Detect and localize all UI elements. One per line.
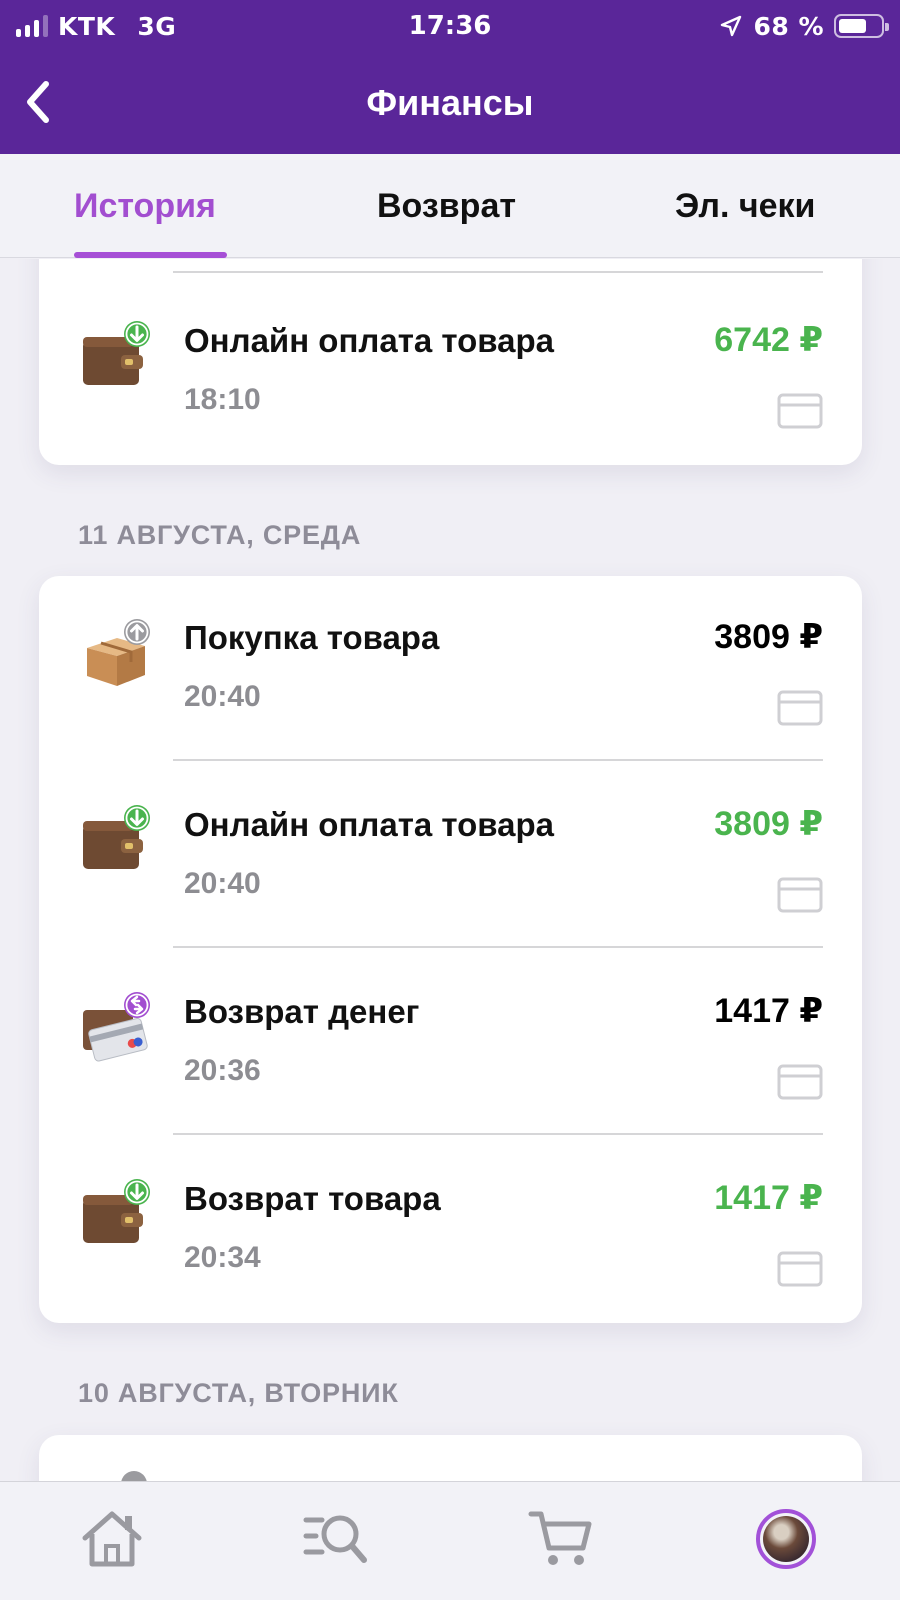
card-refund-icon	[81, 992, 151, 1062]
transaction-title: Онлайн оплата товара	[184, 806, 554, 843]
date-header: 11 АВГУСТА, СРЕДА	[78, 520, 362, 550]
transaction-group-card: Покупка товара 20:40 3809 ₽ Онлайн оплат…	[39, 576, 862, 1323]
transaction-title: Онлайн оплата товара	[184, 322, 554, 359]
transaction-time: 20:40	[184, 867, 261, 900]
transaction-amount: 6742 ₽	[714, 321, 823, 359]
transaction-group-card: Онлайн оплата товара 18:10 6742 ₽	[39, 259, 862, 465]
home-icon[interactable]	[77, 1504, 147, 1574]
active-tab-indicator	[74, 252, 227, 258]
segment-tabs: История Возврат Эл. чеки	[0, 154, 900, 258]
transaction-title: Покупка товара	[184, 619, 440, 656]
status-right: 68 %	[719, 8, 889, 44]
transaction-title: Возврат денег	[184, 993, 420, 1030]
row-separator	[173, 946, 823, 948]
wallet-income-icon	[81, 805, 151, 875]
status-bar: KTK 3G 17:36 68 %	[0, 0, 900, 52]
transaction-amount: 3809 ₽	[714, 618, 823, 656]
battery-fill	[839, 19, 867, 33]
transaction-amount: 1417 ₽	[714, 1179, 823, 1217]
bank-card-icon	[777, 1064, 823, 1100]
row-separator	[173, 271, 823, 273]
bank-card-icon	[777, 877, 823, 913]
wallet-income-icon	[81, 321, 151, 391]
parcel-outgoing-icon	[81, 618, 151, 688]
transaction-amount: 3809 ₽	[714, 805, 823, 843]
tab-history[interactable]: История	[74, 154, 216, 258]
date-header: 10 АВГУСТА, ВТОРНИК	[78, 1378, 399, 1408]
transaction-row[interactable]: Покупка товара 20:40 3809 ₽	[39, 576, 862, 762]
bank-card-icon	[777, 690, 823, 726]
transaction-amount: 1417 ₽	[714, 992, 823, 1030]
tab-returns[interactable]: Возврат	[377, 154, 516, 258]
catalog-search-icon[interactable]	[302, 1504, 372, 1574]
battery-percent: 68 %	[753, 11, 824, 41]
transaction-row[interactable]: Возврат товара 20:34 1417 ₽	[39, 1137, 862, 1323]
row-separator	[173, 759, 823, 761]
tab-e-receipts[interactable]: Эл. чеки	[675, 154, 815, 258]
transaction-time: 20:34	[184, 1241, 261, 1274]
wallet-income-icon	[81, 1179, 151, 1249]
avatar	[756, 1509, 816, 1569]
transaction-time: 20:40	[184, 680, 261, 713]
bank-card-icon	[777, 1251, 823, 1287]
transaction-row[interactable]: Возврат денег 20:36 1417 ₽	[39, 950, 862, 1136]
transaction-group-card	[39, 1435, 862, 1481]
transaction-time: 18:10	[184, 383, 261, 416]
row-separator	[173, 1133, 823, 1135]
page-title: Финансы	[366, 82, 534, 123]
transaction-title: Возврат товара	[184, 1180, 441, 1217]
transactions-list[interactable]: Онлайн оплата товара 18:10 6742 ₽ 11 АВГ…	[0, 259, 900, 1481]
outgoing-arrow-icon	[121, 1471, 147, 1481]
bottom-tab-bar	[0, 1481, 900, 1600]
location-arrow-icon	[721, 15, 742, 37]
bank-card-icon	[777, 393, 823, 429]
nav-bar: Финансы	[0, 52, 900, 154]
profile-avatar-icon[interactable]	[751, 1504, 821, 1574]
cart-icon[interactable]	[527, 1504, 597, 1574]
transaction-time: 20:36	[184, 1054, 261, 1087]
battery-icon	[834, 14, 889, 38]
transaction-row[interactable]: Онлайн оплата товара 18:10 6742 ₽	[39, 279, 862, 465]
transaction-row[interactable]: Онлайн оплата товара 20:40 3809 ₽	[39, 763, 862, 949]
